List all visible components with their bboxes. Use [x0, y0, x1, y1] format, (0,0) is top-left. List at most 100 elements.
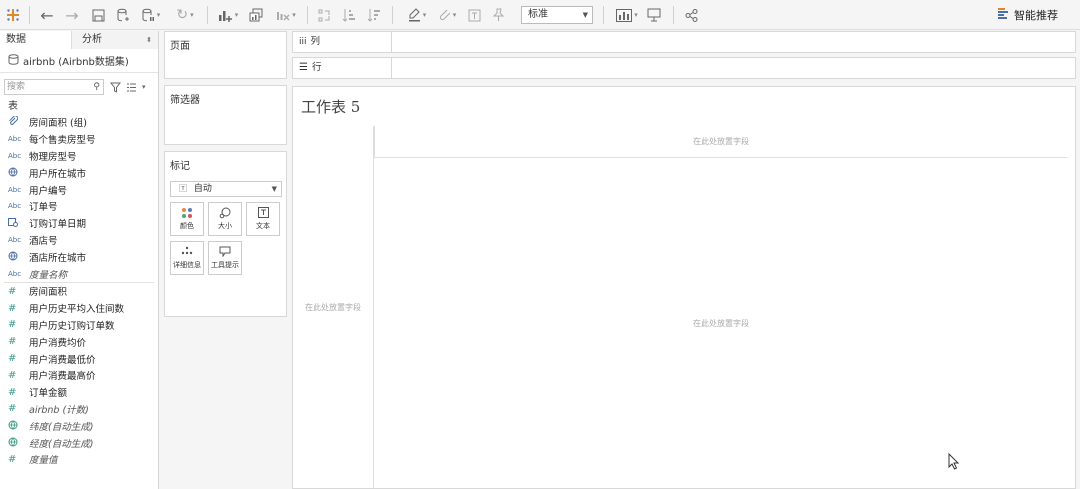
- rows-drop-zone[interactable]: 在此处放置字段: [293, 126, 374, 488]
- size-button[interactable]: 大小: [208, 202, 242, 236]
- field-item[interactable]: Abc 每个售卖房型号: [0, 131, 158, 148]
- date-type-icon: [8, 218, 18, 228]
- string-type-icon: Abc: [8, 235, 22, 244]
- number-type-icon: #: [8, 319, 17, 331]
- field-item[interactable]: # 度量值: [0, 451, 158, 468]
- datasource-icon: [8, 53, 19, 68]
- group-icon[interactable]: ▾: [433, 5, 461, 25]
- pin-icon[interactable]: [489, 5, 507, 25]
- fit-select[interactable]: 标准 ▼: [521, 6, 593, 24]
- size-icon: [209, 203, 241, 221]
- refresh-icon[interactable]: ↻ ▾: [171, 5, 199, 25]
- mark-type-value: 自动: [193, 184, 212, 194]
- field-label: 度量值: [29, 455, 58, 467]
- worksheet: 工作表 5 在此处放置字段 在此处放置字段 在此处放置字段: [292, 86, 1076, 489]
- field-item[interactable]: # 房间面积: [0, 283, 158, 300]
- presentation-icon[interactable]: [645, 5, 663, 25]
- highlight-icon[interactable]: ▾: [403, 5, 431, 25]
- field-item[interactable]: Abc 酒店号: [0, 232, 158, 249]
- tableau-logo-icon[interactable]: [4, 5, 22, 25]
- field-item[interactable]: # airbnb (计数): [0, 401, 158, 418]
- field-item[interactable]: # 用户消费最高价: [0, 367, 158, 384]
- field-type-icon: #: [8, 403, 22, 414]
- mark-type-select[interactable]: 🅃 自动 ▼: [170, 181, 282, 197]
- field-item[interactable]: # 用户历史平均入住间数: [0, 300, 158, 317]
- dimensions-list: 房间面积 (组) Abc 每个售卖房型号 Abc 物理房型号 用户所在城市 Abc 用户编号 A…: [0, 114, 158, 282]
- table-label: 表: [8, 101, 18, 112]
- field-label: 酒店号: [29, 235, 58, 247]
- field-label: 用户历史订购订单数: [29, 320, 115, 332]
- smart-recommend-icon: [998, 8, 1009, 22]
- tooltip-button[interactable]: 工具提示: [208, 241, 242, 275]
- tab-analysis[interactable]: 分析 ⬍: [72, 31, 158, 49]
- detail-button[interactable]: 详细信息: [170, 241, 204, 275]
- marks-card: 标记 🅃 自动 ▼ 颜色 大小 文本 详细信息 工具提示: [164, 151, 287, 317]
- field-item[interactable]: # 用户消费最低价: [0, 350, 158, 367]
- field-item[interactable]: 纬度(自动生成): [0, 417, 158, 434]
- number-type-icon: #: [8, 403, 17, 415]
- new-sheet-icon[interactable]: ▾: [214, 5, 242, 25]
- search-icon: ⚲: [93, 82, 100, 92]
- field-item[interactable]: # 订单金额: [0, 384, 158, 401]
- field-item[interactable]: Abc 物理房型号: [0, 148, 158, 165]
- view-drop-zone[interactable]: 在此处放置字段: [375, 159, 1067, 488]
- field-item[interactable]: 经度(自动生成): [0, 434, 158, 451]
- clear-sheet-icon[interactable]: ▾: [271, 5, 301, 25]
- field-item[interactable]: # 用户消费均价: [0, 333, 158, 350]
- tooltip-icon: [209, 242, 241, 260]
- text-button[interactable]: 文本: [246, 202, 280, 236]
- color-button[interactable]: 颜色: [170, 202, 204, 236]
- number-type-icon: #: [8, 285, 17, 297]
- view-options-icon[interactable]: ▾: [127, 83, 146, 92]
- rows-shelf[interactable]: ☰ 行: [292, 57, 1076, 79]
- save-icon[interactable]: [89, 5, 107, 25]
- smart-recommend-button[interactable]: 智能推荐: [998, 6, 1058, 24]
- pages-card[interactable]: 页面: [164, 31, 287, 79]
- sort-asc-icon[interactable]: [340, 5, 358, 25]
- datasource-item[interactable]: airbnb (Airbnb数据集): [0, 49, 158, 73]
- swap-icon[interactable]: [315, 5, 333, 25]
- label-icon[interactable]: [465, 5, 483, 25]
- redo-icon[interactable]: →: [63, 5, 81, 25]
- filters-card[interactable]: 筛选器: [164, 85, 287, 145]
- share-icon[interactable]: [682, 5, 700, 25]
- tab-menu-icon[interactable]: ⬍: [146, 31, 152, 49]
- color-icon: [171, 203, 203, 221]
- undo-icon[interactable]: ←: [38, 5, 56, 25]
- field-type-icon: [8, 420, 22, 432]
- filter-icon[interactable]: [110, 82, 121, 93]
- field-type-icon: #: [8, 319, 22, 330]
- new-datasource-icon[interactable]: [114, 5, 132, 25]
- geo-type-icon: [8, 251, 18, 261]
- field-type-icon: Abc: [8, 202, 22, 210]
- field-item[interactable]: Abc 订单号: [0, 198, 158, 215]
- field-item[interactable]: Abc 度量名称: [0, 265, 158, 282]
- field-label: 用户编号: [29, 185, 68, 197]
- rows-label: 行: [311, 62, 322, 73]
- field-type-icon: Abc: [8, 236, 22, 244]
- field-item[interactable]: 酒店所在城市: [0, 248, 158, 265]
- tab-data[interactable]: 数据: [0, 31, 72, 49]
- columns-drop-zone[interactable]: 在此处放置字段: [374, 126, 1067, 158]
- show-me-icon[interactable]: ▾: [612, 5, 642, 25]
- duplicate-icon[interactable]: [247, 5, 265, 25]
- field-type-icon: #: [8, 454, 22, 465]
- view-drop-text: 在此处放置字段: [693, 319, 749, 328]
- field-item[interactable]: Abc 用户编号: [0, 181, 158, 198]
- field-item[interactable]: # 用户历史订购订单数: [0, 317, 158, 334]
- field-type-icon: #: [8, 370, 22, 381]
- sort-desc-icon[interactable]: [365, 5, 383, 25]
- field-item[interactable]: 订购订单日期: [0, 215, 158, 232]
- field-item[interactable]: 房间面积 (组): [0, 114, 158, 131]
- field-label: airbnb (计数): [29, 404, 89, 416]
- pause-update-icon[interactable]: ▾: [139, 5, 163, 25]
- columns-shelf[interactable]: iii 列: [292, 31, 1076, 53]
- smart-recommend-label: 智能推荐: [1014, 9, 1058, 22]
- tooltip-label: 工具提示: [211, 261, 239, 269]
- search-input[interactable]: 搜索 ⚲: [4, 79, 104, 95]
- field-label: 用户消费最高价: [29, 371, 96, 383]
- number-type-icon: #: [8, 353, 17, 365]
- field-label: 每个售卖房型号: [29, 135, 96, 147]
- sheet-title[interactable]: 工作表 5: [301, 96, 360, 117]
- field-item[interactable]: 用户所在城市: [0, 164, 158, 181]
